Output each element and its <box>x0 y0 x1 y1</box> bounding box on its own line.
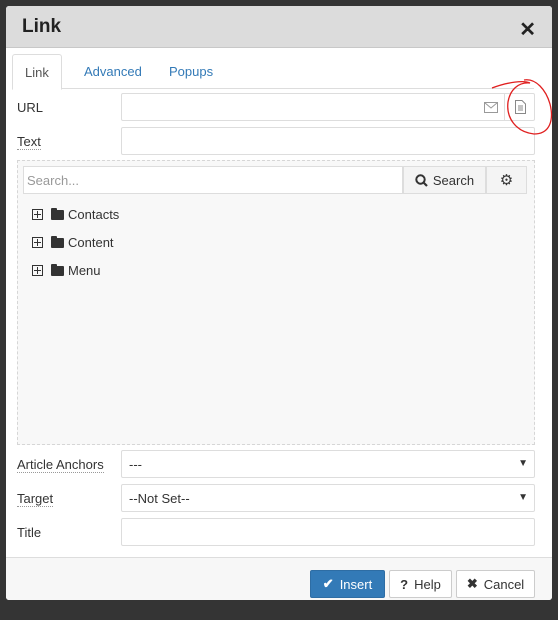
url-input[interactable] <box>121 93 535 121</box>
tree-item-label: Menu <box>68 262 101 278</box>
cancel-label: Cancel <box>483 576 525 592</box>
search-icon <box>415 173 428 187</box>
close-icon: ✖ <box>466 576 478 591</box>
article-anchors-value: --- <box>129 457 142 472</box>
expand-icon[interactable] <box>32 208 43 220</box>
url-label: URL <box>17 100 44 115</box>
help-label: Help <box>414 576 441 592</box>
close-icon[interactable]: ✕ <box>519 17 536 42</box>
target-value: --Not Set-- <box>129 491 190 506</box>
tree-item-menu[interactable]: Menu <box>32 262 101 278</box>
tree-item-label: Content <box>68 234 114 250</box>
settings-button[interactable]: ⚙ <box>486 166 527 194</box>
text-label: Text <box>17 134 41 150</box>
search-input[interactable]: Search... <box>23 166 403 194</box>
title-label: Title <box>17 525 42 540</box>
dropdown-arrow-icon: ▼ <box>518 458 528 469</box>
check-icon: ✔ <box>322 576 334 591</box>
file-browser: Search... Search ⚙ Contacts Content Menu <box>17 160 535 445</box>
expand-icon[interactable] <box>32 236 43 248</box>
expand-icon[interactable] <box>32 264 43 276</box>
target-label: Target <box>17 491 54 507</box>
title-input[interactable] <box>121 518 535 546</box>
red-circle-annotation <box>491 79 553 135</box>
insert-label: Insert <box>339 576 373 592</box>
tab-popups[interactable]: Popups <box>157 54 225 89</box>
tree-item-contacts[interactable]: Contacts <box>32 206 119 222</box>
dialog-footer: ✔ Insert ? Help ✖ Cancel <box>6 557 552 600</box>
dropdown-arrow-icon: ▼ <box>518 492 528 503</box>
dialog-header: Link ✕ <box>6 6 552 48</box>
article-anchors-label: Article Anchors <box>17 457 104 473</box>
folder-icon <box>51 236 64 248</box>
tree-item-content[interactable]: Content <box>32 234 114 250</box>
tab-bar: Link Advanced Popups <box>12 54 534 90</box>
tab-advanced[interactable]: Advanced <box>72 54 154 89</box>
help-button[interactable]: ? Help <box>389 570 452 598</box>
insert-button[interactable]: ✔ Insert <box>310 570 385 598</box>
article-anchors-select[interactable]: --- ▼ <box>121 450 535 478</box>
text-input[interactable] <box>121 127 535 155</box>
cancel-button[interactable]: ✖ Cancel <box>456 570 535 598</box>
question-icon: ? <box>400 576 409 592</box>
tab-link[interactable]: Link <box>12 54 62 90</box>
search-button[interactable]: Search <box>403 166 486 194</box>
gear-icon: ⚙ <box>499 172 514 189</box>
folder-icon <box>51 208 64 220</box>
dialog-title: Link <box>22 16 62 37</box>
tree-item-label: Contacts <box>68 206 120 222</box>
folder-icon <box>51 264 64 276</box>
search-button-label: Search <box>432 172 475 188</box>
link-dialog: Link ✕ Link Advanced Popups URL Text Sea… <box>6 6 552 600</box>
target-select[interactable]: --Not Set-- ▼ <box>121 484 535 512</box>
